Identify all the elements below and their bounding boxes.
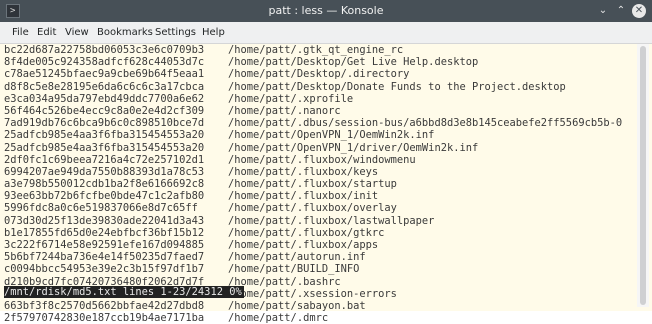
- md5-hash: 7ad919db76c6bca9b6c0c898510bce7d: [4, 117, 205, 130]
- menu-help[interactable]: Help: [202, 27, 225, 39]
- menu-view[interactable]: View: [65, 27, 89, 39]
- md5-hash: 3c222f6714e58e92591efe167d094885: [4, 239, 205, 251]
- md5-hash: bc22d687a22758bd06053c3e6c0709b3: [4, 44, 205, 56]
- file-path: /home/patt/.dmrc: [228, 312, 329, 324]
- terminal-row: 8f4de005c924358adfcf628c44053d7c/home/pa…: [4, 56, 634, 68]
- md5-hash: 663bf3f8c2570d5662bbfae42d27dbd8: [4, 299, 205, 312]
- file-path: /home/patt/.bashrc: [228, 275, 341, 288]
- md5-hash: 6994207ae949da7550b88393d1a78c53: [4, 165, 205, 178]
- terminal-row: b1e17855fd65d0e24ebfbcf36bf15b12/home/pa…: [4, 227, 634, 239]
- terminal-row: 3c222f6714e58e92591efe167d094885/home/pa…: [4, 239, 634, 251]
- file-path: /home/patt/.fluxbox/keys: [228, 165, 379, 178]
- file-path: /home/patt/.fluxbox/overlay: [228, 202, 397, 215]
- md5-hash: 2df0fc1c69beea7216a4c72e257102d1: [4, 153, 205, 166]
- terminal-row: 56f464c526be4ecc9c8a0e2e4d2cf309/home/pa…: [4, 105, 634, 117]
- file-path: /home/patt/OpenVPN_1/OemWin2k.inf: [228, 129, 435, 142]
- maximize-button[interactable]: ⌃: [614, 4, 628, 18]
- title-bar[interactable]: > patt : less — Konsole ⌄ ⌃ ✕: [0, 0, 652, 22]
- file-path: /home/patt/OpenVPN_1/driver/OemWin2k.inf: [228, 141, 479, 154]
- terminal-scrollbar[interactable]: [637, 44, 649, 307]
- file-path: /home/patt/.fluxbox/gtkrc: [228, 226, 385, 239]
- terminal-row: 25adfcb985e4aa3f6fba315454553a20/home/pa…: [4, 129, 634, 141]
- file-path: /home/patt/.gtk_qt_engine_rc: [228, 44, 404, 56]
- terminal-row: 93ee63bb72b6fcfbe0bde47c1c2afb80/home/pa…: [4, 190, 634, 202]
- md5-hash: c0094bbcc54953e39e2c3b15f97df1b7: [4, 263, 205, 276]
- file-path: /home/patt/.fluxbox/init: [228, 190, 379, 203]
- window-title: patt : less — Konsole: [268, 4, 384, 17]
- menu-file[interactable]: File: [12, 27, 29, 39]
- terminal-row: a3e798b550012cdb1ba2f8e6166692c8/home/pa…: [4, 178, 634, 190]
- file-path: /home/patt/.xprofile: [228, 92, 354, 105]
- menu-bar: File Edit View Bookmarks Settings Help: [0, 22, 652, 44]
- md5-hash: d8f8c5e8e28195e6da6c6c6c3a17cbca: [4, 80, 205, 93]
- terminal-row: 5b6bf7244ba736e4e14f50235d7faed7/home/pa…: [4, 251, 634, 263]
- md5-hash: c78ae51245bfaec9a9cbe69b64f5eaa1: [4, 68, 205, 81]
- less-status-line: /mnt/rdisk/md5.txt lines 1-23/24312 0%: [4, 286, 244, 298]
- md5-hash: 8f4de005c924358adfcf628c44053d7c: [4, 56, 205, 69]
- md5-hash: 25adfcb985e4aa3f6fba315454553a20: [4, 129, 205, 142]
- menu-settings[interactable]: Settings: [155, 27, 196, 39]
- terminal-row: c78ae51245bfaec9a9cbe69b64f5eaa1/home/pa…: [4, 68, 634, 80]
- close-button[interactable]: ✕: [632, 4, 646, 18]
- terminal-row: 663bf3f8c2570d5662bbfae42d27dbd8/home/pa…: [4, 300, 634, 312]
- terminal-row: c0094bbcc54953e39e2c3b15f97df1b7/home/pa…: [4, 263, 634, 275]
- scrollbar-thumb[interactable]: [640, 46, 646, 305]
- file-path: /home/patt/.fluxbox/lastwallpaper: [228, 214, 435, 227]
- file-path: /home/patt/.nanorc: [228, 104, 341, 117]
- terminal-row: d8f8c5e8e28195e6da6c6c6c3a17cbca/home/pa…: [4, 81, 634, 93]
- file-path: /home/patt/sabayon.bat: [228, 299, 366, 312]
- md5-hash: 073d30d25f13de39830ade22041d3a43: [4, 214, 205, 227]
- terminal-row: bc22d687a22758bd06053c3e6c0709b3/home/pa…: [4, 44, 634, 56]
- terminal-row: 2f57970742830e187ccb19b4ae7171ba/home/pa…: [4, 312, 634, 324]
- file-path: /home/patt/.fluxbox/windowmenu: [228, 153, 416, 166]
- file-path: /home/patt/.fluxbox/startup: [228, 178, 397, 191]
- md5-hash: e3ca034a95da797ebd49ddc7700a6e62: [4, 92, 205, 105]
- menu-bookmarks[interactable]: Bookmarks: [97, 27, 153, 39]
- terminal-row: 5996fdc8a0c6e519837066e8d7c65ff/home/pat…: [4, 202, 634, 214]
- file-path: /home/patt/.dbus/session-bus/a6bbd8d3e8b…: [228, 117, 623, 130]
- file-path: /home/patt/.fluxbox/apps: [228, 239, 379, 251]
- menu-edit[interactable]: Edit: [37, 27, 56, 39]
- md5-hash: 5b6bf7244ba736e4e14f50235d7faed7: [4, 251, 205, 264]
- file-path: /home/patt/Desktop/Donate Funds to the P…: [228, 80, 566, 93]
- terminal-row: e3ca034a95da797ebd49ddc7700a6e62/home/pa…: [4, 93, 634, 105]
- konsole-window: > patt : less — Konsole ⌄ ⌃ ✕ File Edit …: [0, 0, 652, 324]
- terminal-output[interactable]: bc22d687a22758bd06053c3e6c0709b3/home/pa…: [4, 44, 634, 324]
- terminal-row: 6994207ae949da7550b88393d1a78c53/home/pa…: [4, 166, 634, 178]
- md5-hash: 5996fdc8a0c6e519837066e8d7c65ff: [4, 202, 198, 215]
- file-path: /home/patt/autorun.inf: [228, 251, 366, 264]
- terminal-row: 2df0fc1c69beea7216a4c72e257102d1/home/pa…: [4, 154, 634, 166]
- file-path: /home/patt/Desktop/.directory: [228, 68, 410, 81]
- md5-hash: a3e798b550012cdb1ba2f8e6166692c8: [4, 178, 205, 191]
- md5-hash: 56f464c526be4ecc9c8a0e2e4d2cf309: [4, 104, 205, 117]
- md5-hash: 2f57970742830e187ccb19b4ae7171ba: [4, 312, 205, 324]
- file-path: /home/patt/Desktop/Get Live Help.desktop: [228, 56, 479, 69]
- terminal-row: 25adfcb985e4aa3f6fba315454553a20/home/pa…: [4, 142, 634, 154]
- md5-hash: 25adfcb985e4aa3f6fba315454553a20: [4, 141, 205, 154]
- terminal-row: 7ad919db76c6bca9b6c0c898510bce7d/home/pa…: [4, 117, 634, 129]
- file-path: /home/patt/.xsession-errors: [228, 287, 397, 300]
- file-path: /home/patt/BUILD_INFO: [228, 263, 360, 276]
- minimize-button[interactable]: ⌄: [596, 4, 610, 18]
- md5-hash: 93ee63bb72b6fcfbe0bde47c1c2afb80: [4, 190, 205, 203]
- md5-hash: b1e17855fd65d0e24ebfbcf36bf15b12: [4, 226, 205, 239]
- terminal-row: 073d30d25f13de39830ade22041d3a43/home/pa…: [4, 215, 634, 227]
